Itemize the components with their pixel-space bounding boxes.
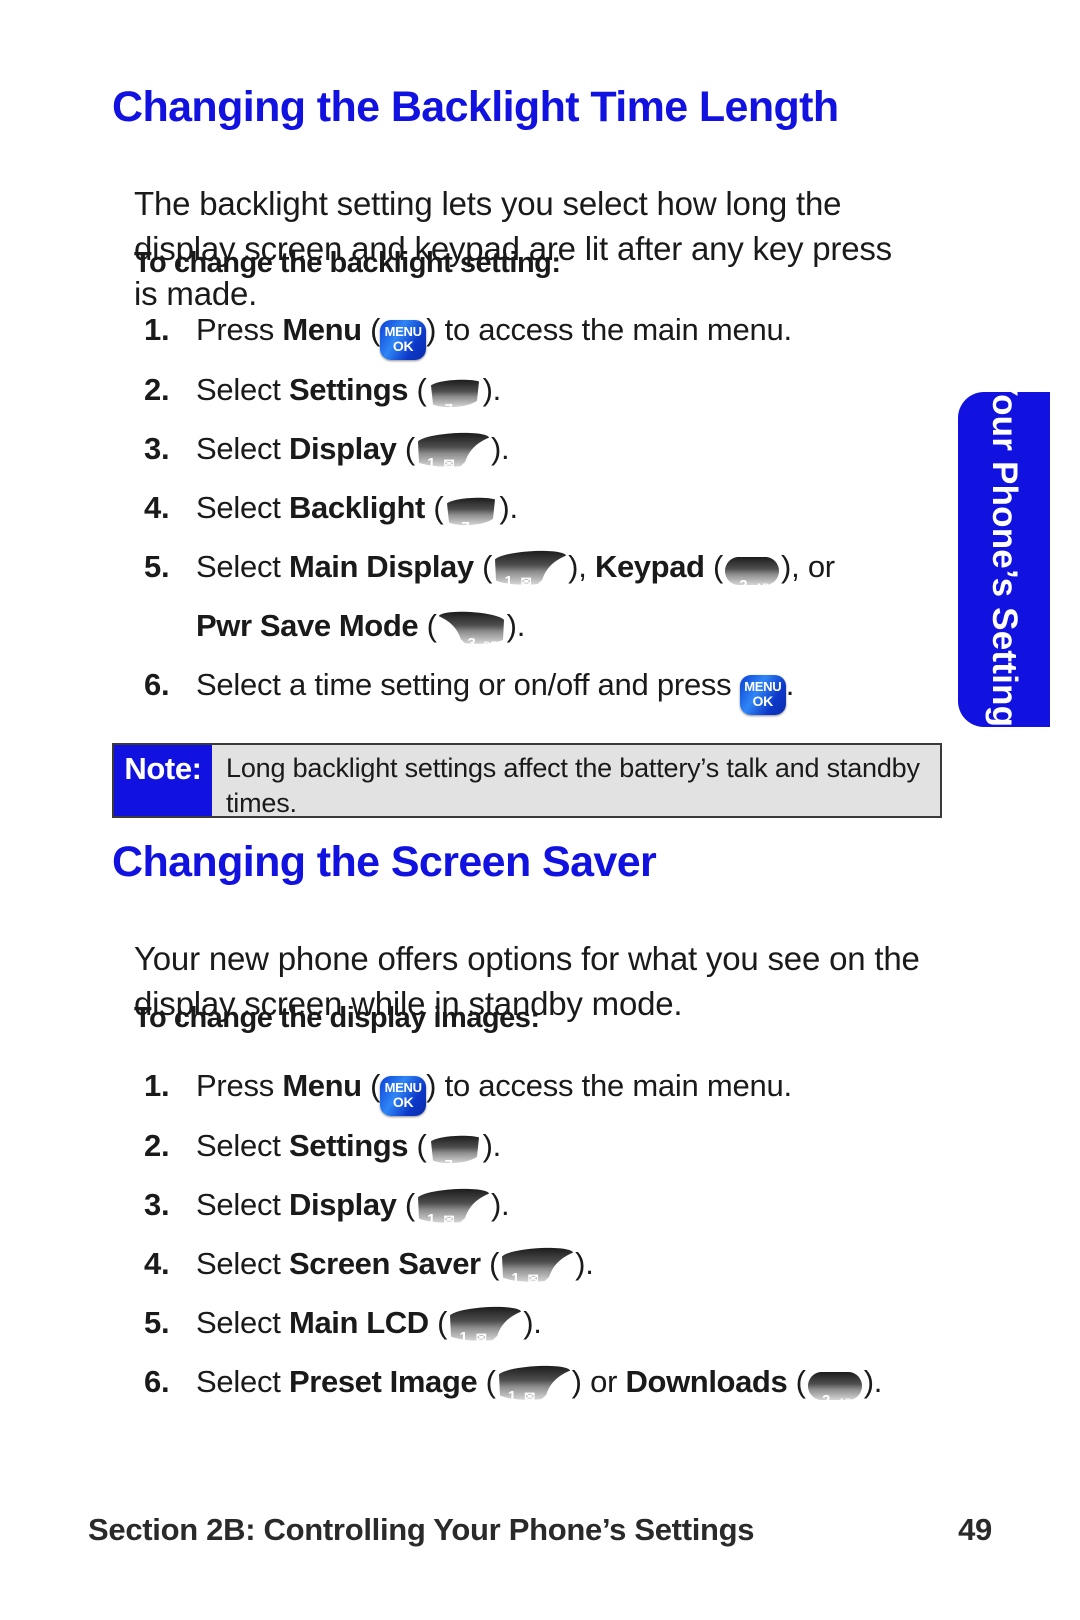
side-thumb-tab-label: Your Phone’s Settings: [985, 392, 1024, 727]
page-footer: Section 2B: Controlling Your Phone’s Set…: [88, 1512, 992, 1548]
step-number: 6.: [144, 667, 170, 702]
step-emphasis: Screen Saver: [289, 1246, 481, 1281]
step-emphasis: Settings: [289, 1128, 409, 1163]
screensaver-step-3: 3. Select Display (1 ✉).: [134, 1175, 934, 1234]
section-title-backlight: Changing the Backlight Time Length: [112, 83, 839, 131]
step-number: 1.: [144, 1068, 170, 1103]
step-number: 4.: [144, 490, 170, 525]
key-1-envelope-icon: 1 ✉: [415, 430, 491, 471]
key-1-envelope-icon: 1 ✉: [415, 1186, 491, 1227]
key-1-envelope-icon: 1 ✉: [492, 548, 568, 589]
backlight-step-3: 3. Select Display (1 ✉).: [134, 419, 934, 478]
step-emphasis: Display: [289, 1187, 397, 1222]
key-1-envelope-icon-label: 1 ✉: [511, 1270, 539, 1288]
backlight-step-5-continuation: Pwr Save Mode (3 DEF).: [196, 608, 526, 652]
screensaver-step-5: 5. Select Main LCD (1 ✉).: [134, 1293, 934, 1352]
key-1-envelope-icon-label: 1 ✉: [507, 1388, 535, 1406]
backlight-step-2: 2. Select Settings (7 PQRS).: [134, 360, 934, 419]
manual-page: Your Phone’s Settings Changing the Backl…: [0, 0, 1080, 1620]
step-emphasis: Preset Image: [289, 1364, 478, 1399]
key-7-pqrs-icon: 7 PQRS: [427, 377, 487, 417]
key-3-def-icon-label: 3 DEF: [467, 634, 503, 652]
key-1-envelope-icon-label: 1 ✉: [504, 573, 532, 591]
step-number: 1.: [144, 312, 170, 347]
side-thumb-tab: Your Phone’s Settings: [958, 392, 1050, 727]
note-callout: Note: Long backlight settings affect the…: [112, 743, 942, 818]
key-2-abc-icon-label: 2 ABC: [821, 1392, 859, 1410]
footer-section-label: Section 2B: Controlling Your Phone’s Set…: [88, 1512, 755, 1547]
step-number: 4.: [144, 1246, 170, 1281]
step-number: 5.: [144, 1305, 170, 1340]
screensaver-step-6: 6. Select Preset Image (1 ✉) or Downloads…: [134, 1352, 934, 1411]
step-emphasis: Menu: [282, 1068, 362, 1103]
step-number: 6.: [144, 1364, 170, 1399]
screensaver-step-4: 4. Select Screen Saver (1 ✉).: [134, 1234, 934, 1293]
step-emphasis: Main LCD: [289, 1305, 429, 1340]
key-7-pqrs-icon-label: 7 PQRS: [461, 518, 505, 536]
key-1-envelope-icon: 1 ✉: [499, 1245, 575, 1286]
key-1-envelope-icon: 1 ✉: [447, 1304, 523, 1345]
step-emphasis: Settings: [289, 372, 409, 407]
step-number: 2.: [144, 1128, 170, 1163]
key-2-abc-icon-label: 2 ABC: [739, 577, 776, 595]
step-number: 5.: [144, 549, 170, 584]
screensaver-step-1: 1. Press Menu (MENU OK) to access the main…: [134, 1056, 934, 1116]
screensaver-step-2: 2. Select Settings (7 PQRS).: [134, 1116, 934, 1175]
menu-ok-key-icon: MENU OK: [739, 675, 786, 715]
backlight-step-6: 6. Select a time setting or on/off and pr…: [134, 655, 934, 715]
key-1-envelope-icon-label: 1 ✉: [427, 455, 455, 473]
step-emphasis: Keypad: [594, 549, 705, 584]
key-7-pqrs-icon-label: 7 PQRS: [444, 400, 488, 418]
step-emphasis: Menu: [282, 312, 362, 347]
section-title-screensaver: Changing the Screen Saver: [112, 838, 657, 886]
sub-heading-screensaver: To change the display images:: [134, 1002, 540, 1034]
step-emphasis: Display: [289, 431, 397, 466]
step-emphasis: Downloads: [625, 1364, 788, 1399]
steps-list-screensaver: 1. Press Menu (MENU OK) to access the main…: [134, 1056, 934, 1411]
sub-heading-backlight: To change the backlight setting:: [134, 247, 561, 279]
step-emphasis: Main Display: [289, 549, 474, 584]
key-1-envelope-icon: 1 ✉: [496, 1363, 572, 1404]
key-2-abc-icon: 2 ABC: [806, 1371, 864, 1408]
key-7-pqrs-icon-label: 7 PQRS: [444, 1156, 488, 1174]
key-1-envelope-icon-label: 1 ✉: [459, 1329, 487, 1347]
backlight-step-1: 1. Press Menu (MENU OK) to access the main…: [134, 300, 934, 360]
step-emphasis: Pwr Save Mode: [196, 608, 419, 643]
menu-ok-key-icon: MENU OK: [380, 1076, 427, 1116]
step-number: 3.: [144, 1187, 170, 1222]
page-number: 49: [958, 1512, 992, 1547]
step-number: 2.: [144, 372, 170, 407]
note-label: Note:: [114, 745, 212, 816]
note-text: Long backlight settings affect the batte…: [212, 745, 940, 818]
key-1-envelope-icon-label: 1 ✉: [427, 1211, 455, 1229]
step-number: 3.: [144, 431, 170, 466]
key-7-pqrs-icon: 7 PQRS: [443, 495, 504, 535]
backlight-step-4: 4. Select Backlight (7 PQRS).: [134, 478, 934, 537]
step-emphasis: Backlight: [289, 490, 425, 525]
menu-ok-key-icon: MENU OK: [380, 320, 427, 360]
key-3-def-icon: 3 DEF: [437, 609, 507, 651]
key-7-pqrs-icon: 7 PQRS: [427, 1133, 487, 1173]
steps-list-backlight: 1. Press Menu (MENU OK) to access the main…: [134, 300, 934, 715]
backlight-step-5: 5. Select Main Display (1 ✉), Keypad (2 A…: [134, 537, 934, 655]
key-2-abc-icon: 2 ABC: [723, 556, 781, 593]
